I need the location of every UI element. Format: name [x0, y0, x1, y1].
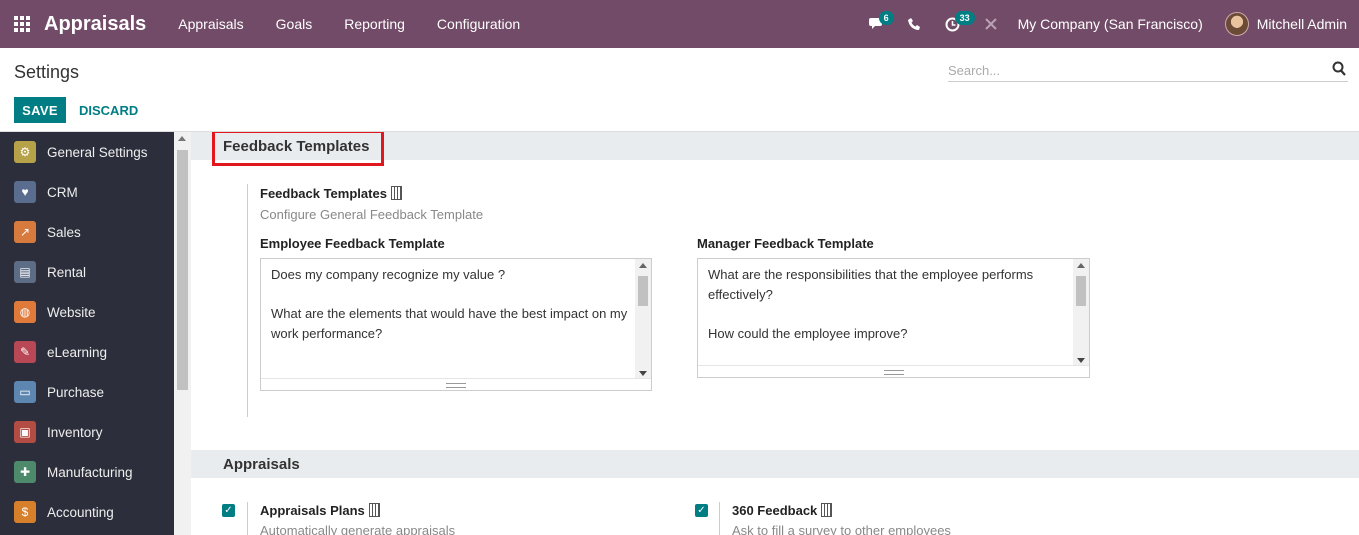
crm-icon: ♥ — [14, 181, 36, 203]
inventory-icon: ▣ — [14, 421, 36, 443]
scroll-down-arrow-icon[interactable] — [1077, 358, 1085, 363]
menu-configuration[interactable]: Configuration — [421, 0, 536, 48]
template-line: What are the elements that would have th… — [271, 306, 628, 341]
breadcrumb: Settings — [14, 62, 80, 82]
discard-button[interactable]: DISCARD — [72, 97, 145, 123]
sidebar-item-accounting[interactable]: $ Accounting — [0, 492, 174, 532]
user-menu[interactable]: Mitchell Admin — [1257, 16, 1359, 32]
sidebar-item-label: eLearning — [47, 344, 108, 360]
appraisals-section-title: Appraisals — [223, 456, 300, 473]
manager-template-editor[interactable]: What are the responsibilities that the e… — [697, 258, 1090, 378]
sidebar-item-general-settings[interactable]: ⚙ General Settings — [0, 132, 174, 172]
sidebar-item-label: Sales — [47, 224, 81, 240]
feedback-360-desc: Ask to fill a survey to other employees — [732, 523, 951, 535]
company-scope-icon — [821, 503, 833, 517]
search-bar — [948, 60, 1348, 82]
company-switcher[interactable]: My Company (San Francisco) — [1010, 16, 1225, 32]
sidebar-item-label: General Settings — [47, 144, 148, 160]
app-title[interactable]: Appraisals — [44, 13, 146, 36]
search-input[interactable] — [948, 60, 1328, 80]
setting-divider — [247, 184, 248, 417]
sidebar-item-label: Inventory — [47, 424, 103, 440]
sidebar-item-label: Accounting — [47, 504, 114, 520]
settings-sidebar: ⚙ General Settings ♥ CRM ↗ Sales ▤ Rental ◍ Websi… — [0, 132, 174, 535]
manager-template-text[interactable]: What are the responsibilities that the e… — [708, 265, 1068, 363]
phone-icon[interactable] — [896, 0, 934, 48]
sidebar-item-crm[interactable]: ♥ CRM — [0, 172, 174, 212]
scroll-down-arrow-icon[interactable] — [639, 371, 647, 376]
scroll-up-arrow-icon[interactable] — [1077, 263, 1085, 268]
template-line: Does my company recognize my value ? — [271, 267, 506, 282]
sidebar-item-rental[interactable]: ▤ Rental — [0, 252, 174, 292]
sidebar-item-sales[interactable]: ↗ Sales — [0, 212, 174, 252]
save-button[interactable]: SAVE — [14, 97, 66, 123]
scroll-thumb[interactable] — [638, 276, 648, 306]
manager-template-label: Manager Feedback Template — [697, 236, 874, 251]
company-scope-icon — [368, 503, 380, 517]
resize-handle-icon[interactable] — [698, 365, 1089, 377]
purchase-icon: ▭ — [14, 381, 36, 403]
sidebar-item-label: Purchase — [47, 384, 105, 400]
sidebar-item-inventory[interactable]: ▣ Inventory — [0, 412, 174, 452]
feedback-360-checkbox[interactable]: ✓ — [695, 504, 708, 517]
sidebar-item-label: Rental — [47, 264, 87, 280]
settings-content: Feedback Templates Feedback Templates Co… — [191, 132, 1359, 535]
feedback-section-header: Feedback Templates — [191, 132, 1359, 166]
activities-icon[interactable]: 33 — [934, 0, 975, 48]
company-scope-icon — [390, 186, 402, 200]
messages-badge: 6 — [878, 11, 894, 25]
scroll-thumb[interactable] — [177, 150, 188, 390]
manager-template-scrollbar[interactable] — [1073, 259, 1089, 367]
feedback-setting-desc: Configure General Feedback Template — [260, 207, 484, 222]
scroll-thumb[interactable] — [1076, 276, 1086, 306]
sidebar-item-manufacturing[interactable]: ✚ Manufacturing — [0, 452, 174, 492]
avatar[interactable] — [1224, 12, 1249, 36]
sidebar-item-purchase[interactable]: ▭ Purchase — [0, 372, 174, 412]
employee-template-label: Employee Feedback Template — [260, 236, 445, 251]
scroll-up-arrow-icon[interactable] — [178, 136, 186, 141]
sidebar-item-website[interactable]: ◍ Website — [0, 292, 174, 332]
sales-icon: ↗ — [14, 221, 36, 243]
sidebar-item-label: Website — [47, 304, 96, 320]
general-settings-icon: ⚙ — [14, 141, 36, 163]
appraisals-plans-title: Appraisals Plans — [260, 503, 380, 518]
elearning-icon: ✎ — [14, 341, 36, 363]
app-menu-icon[interactable] — [0, 0, 44, 48]
feedback-360-title-text: 360 Feedback — [732, 503, 818, 518]
manufacturing-icon: ✚ — [14, 461, 36, 483]
menu-reporting[interactable]: Reporting — [328, 0, 421, 48]
appraisals-plans-desc: Automatically generate appraisals — [260, 523, 456, 535]
employee-template-editor[interactable]: Does my company recognize my value ? What… — [260, 258, 652, 391]
appraisals-plans-title-text: Appraisals Plans — [260, 503, 365, 518]
website-icon: ◍ — [14, 301, 36, 323]
highlight-box — [212, 132, 384, 166]
feedback-setting-title: Feedback Templates — [260, 186, 402, 201]
template-line: What are the responsibilities that the e… — [708, 267, 1034, 302]
appraisals-plans-checkbox[interactable]: ✓ — [222, 504, 235, 517]
appraisals-section-header: Appraisals — [191, 450, 1359, 478]
employee-template-scrollbar[interactable] — [635, 259, 651, 380]
setting-divider — [719, 502, 720, 535]
scroll-up-arrow-icon[interactable] — [639, 263, 647, 268]
rental-icon: ▤ — [14, 261, 36, 283]
feedback-setting-title-text: Feedback Templates — [260, 186, 387, 201]
employee-template-text[interactable]: Does my company recognize my value ? What… — [271, 265, 631, 363]
debug-tools-icon[interactable] — [972, 0, 1010, 48]
menu-appraisals[interactable]: Appraisals — [162, 0, 259, 48]
menu-goals[interactable]: Goals — [260, 0, 329, 48]
feedback-360-title: 360 Feedback — [732, 503, 833, 518]
sidebar-item-label: Manufacturing — [47, 464, 133, 480]
template-line: How could the employee improve? — [708, 326, 908, 341]
sidebar-item-label: CRM — [47, 184, 78, 200]
messages-icon[interactable]: 6 — [858, 0, 896, 48]
accounting-icon: $ — [14, 501, 36, 523]
setting-divider — [247, 502, 248, 535]
control-panel: Settings SAVE DISCARD — [0, 48, 1359, 132]
search-icon[interactable] — [1332, 61, 1346, 77]
top-navbar: Appraisals Appraisals Goals Reporting Co… — [0, 0, 1359, 48]
sidebar-item-elearning[interactable]: ✎ eLearning — [0, 332, 174, 372]
sidebar-scrollbar[interactable] — [174, 132, 191, 535]
resize-handle-icon[interactable] — [261, 378, 651, 390]
